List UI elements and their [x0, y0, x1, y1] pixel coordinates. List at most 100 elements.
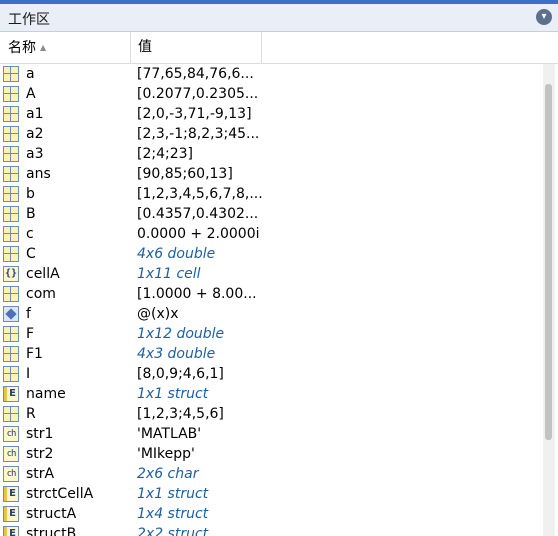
variable-row[interactable]: ch str2 'MIkepp' [0, 444, 540, 464]
matrix-icon [3, 186, 19, 202]
variable-name: structA [26, 506, 77, 522]
variable-name: a [26, 66, 35, 82]
variable-row[interactable]: ch str1 'MATLAB' [0, 424, 540, 444]
matrix-icon [3, 206, 19, 222]
variable-name: f [26, 306, 31, 322]
variable-name: a2 [26, 126, 44, 142]
variable-value: @(x)x [137, 306, 179, 322]
sort-ascending-icon: ▲ [40, 43, 47, 52]
variable-row[interactable]: a1 [2,0,-3,71,-9,13] [0, 104, 540, 124]
variable-row[interactable]: I [8,0,9;4,6,1] [0, 364, 540, 384]
variable-name: A [26, 86, 36, 102]
variable-name: str1 [26, 426, 54, 442]
matrix-icon [3, 66, 19, 82]
variable-value: [90,85;60,13] [137, 166, 233, 182]
workspace-titlebar: 工作区 ▾ [0, 4, 558, 32]
variable-row[interactable]: c 0.0000 + 2.0000i [0, 224, 540, 244]
column-header-value[interactable]: 值 [131, 32, 262, 63]
variable-name: str2 [26, 446, 54, 462]
scrollbar-thumb[interactable] [545, 84, 552, 440]
variable-name: com [26, 286, 56, 302]
variable-row[interactable]: Ename 1x1 struct [0, 384, 540, 404]
variable-row[interactable]: C 4x6 double [0, 244, 540, 264]
matrix-icon [3, 286, 19, 302]
variable-name: ans [26, 166, 51, 182]
variable-row[interactable]: B [0.4357,0.4302... [0, 204, 540, 224]
variable-value: [2,0,-3,71,-9,13] [137, 106, 252, 122]
matrix-icon [3, 146, 19, 162]
char-icon: ch [3, 426, 19, 442]
variable-value: [1,2,3;4,5,6] [137, 406, 224, 422]
variable-row[interactable]: f @(x)x [0, 304, 540, 324]
variable-value: 'MIkepp' [137, 446, 195, 462]
matrix-icon [3, 366, 19, 382]
table-header: 名称 ▲ 值 [0, 32, 558, 64]
variable-value: 1x12 double [137, 326, 225, 342]
variable-value: [2;4;23] [137, 146, 193, 162]
struct-icon: E [3, 526, 19, 536]
variable-name: strA [26, 466, 55, 482]
char-icon: ch [3, 466, 19, 482]
variable-name: F [26, 326, 35, 342]
variable-list: a [77,65,84,76,6... A [0.2077,0.2305... a1 [2… [0, 64, 540, 536]
panel-action-icon[interactable]: ▾ [536, 9, 552, 25]
variable-value: 2x6 char [137, 466, 199, 482]
variable-row[interactable]: F 1x12 double [0, 324, 540, 344]
variable-name: a3 [26, 146, 44, 162]
variable-row[interactable]: a2 [2,3,-1;8,2,3;45... [0, 124, 540, 144]
variable-row[interactable]: a3 [2;4;23] [0, 144, 540, 164]
variable-row[interactable]: EstructA 1x4 struct [0, 504, 540, 524]
variable-name: R [26, 406, 36, 422]
variable-name: b [26, 186, 35, 202]
variable-name: F1 [26, 346, 43, 362]
variable-row[interactable]: a [77,65,84,76,6... [0, 64, 540, 84]
function-handle-icon [3, 306, 19, 322]
variable-row[interactable]: F1 4x3 double [0, 344, 540, 364]
variable-row[interactable]: EstructB 2x2 struct [0, 524, 540, 536]
column-header-value-label: 值 [138, 39, 152, 55]
matrix-icon [3, 106, 19, 122]
variable-row[interactable]: ch strA 2x6 char [0, 464, 540, 484]
variable-row[interactable]: ans [90,85;60,13] [0, 164, 540, 184]
variable-value: [0.4357,0.4302... [137, 206, 259, 222]
matrix-icon [3, 246, 19, 262]
struct-icon: E [3, 506, 19, 522]
variable-name: a1 [26, 106, 44, 122]
variable-value: [77,65,84,76,6... [137, 66, 254, 82]
variable-value: 'MATLAB' [137, 426, 202, 442]
variable-value: 0.0000 + 2.0000i [137, 226, 260, 242]
variable-row[interactable]: {} cellA 1x11 cell [0, 264, 540, 284]
matrix-icon [3, 166, 19, 182]
variable-name: structB [26, 526, 77, 536]
variable-value: 1x1 struct [137, 386, 209, 402]
variable-name: I [26, 366, 31, 382]
variable-value: 1x1 struct [137, 486, 209, 502]
variable-name: B [26, 206, 36, 222]
char-icon: ch [3, 446, 19, 462]
variable-name: c [26, 226, 34, 242]
variable-row[interactable]: A [0.2077,0.2305... [0, 84, 540, 104]
variable-row[interactable]: com [1.0000 + 8.00... [0, 284, 540, 304]
variable-row[interactable]: EstrctCellA 1x1 struct [0, 484, 540, 504]
matrix-icon [3, 126, 19, 142]
variable-value: 1x4 struct [137, 506, 209, 522]
variable-row[interactable]: b [1,2,3,4,5,6,7,8,... [0, 184, 540, 204]
variable-row[interactable]: R [1,2,3;4,5,6] [0, 404, 540, 424]
variable-value: [0.2077,0.2305... [137, 86, 259, 102]
variable-value: 2x2 struct [137, 526, 209, 536]
variable-value: 4x6 double [137, 246, 216, 262]
matrix-icon [3, 86, 19, 102]
variable-value: [1,2,3,4,5,6,7,8,... [137, 186, 263, 202]
variable-name: cellA [26, 266, 60, 282]
matrix-icon [3, 226, 19, 242]
variable-name: strctCellA [26, 486, 94, 502]
variable-value: 1x11 cell [137, 266, 201, 282]
column-header-name[interactable]: 名称 ▲ [0, 32, 131, 63]
variable-name: C [26, 246, 36, 262]
variable-value: [1.0000 + 8.00... [137, 286, 257, 302]
matrix-icon [3, 326, 19, 342]
cell-array-icon: {} [3, 266, 19, 282]
variable-value: 4x3 double [137, 346, 216, 362]
variable-value: [8,0,9;4,6,1] [137, 366, 224, 382]
matrix-icon [3, 406, 19, 422]
